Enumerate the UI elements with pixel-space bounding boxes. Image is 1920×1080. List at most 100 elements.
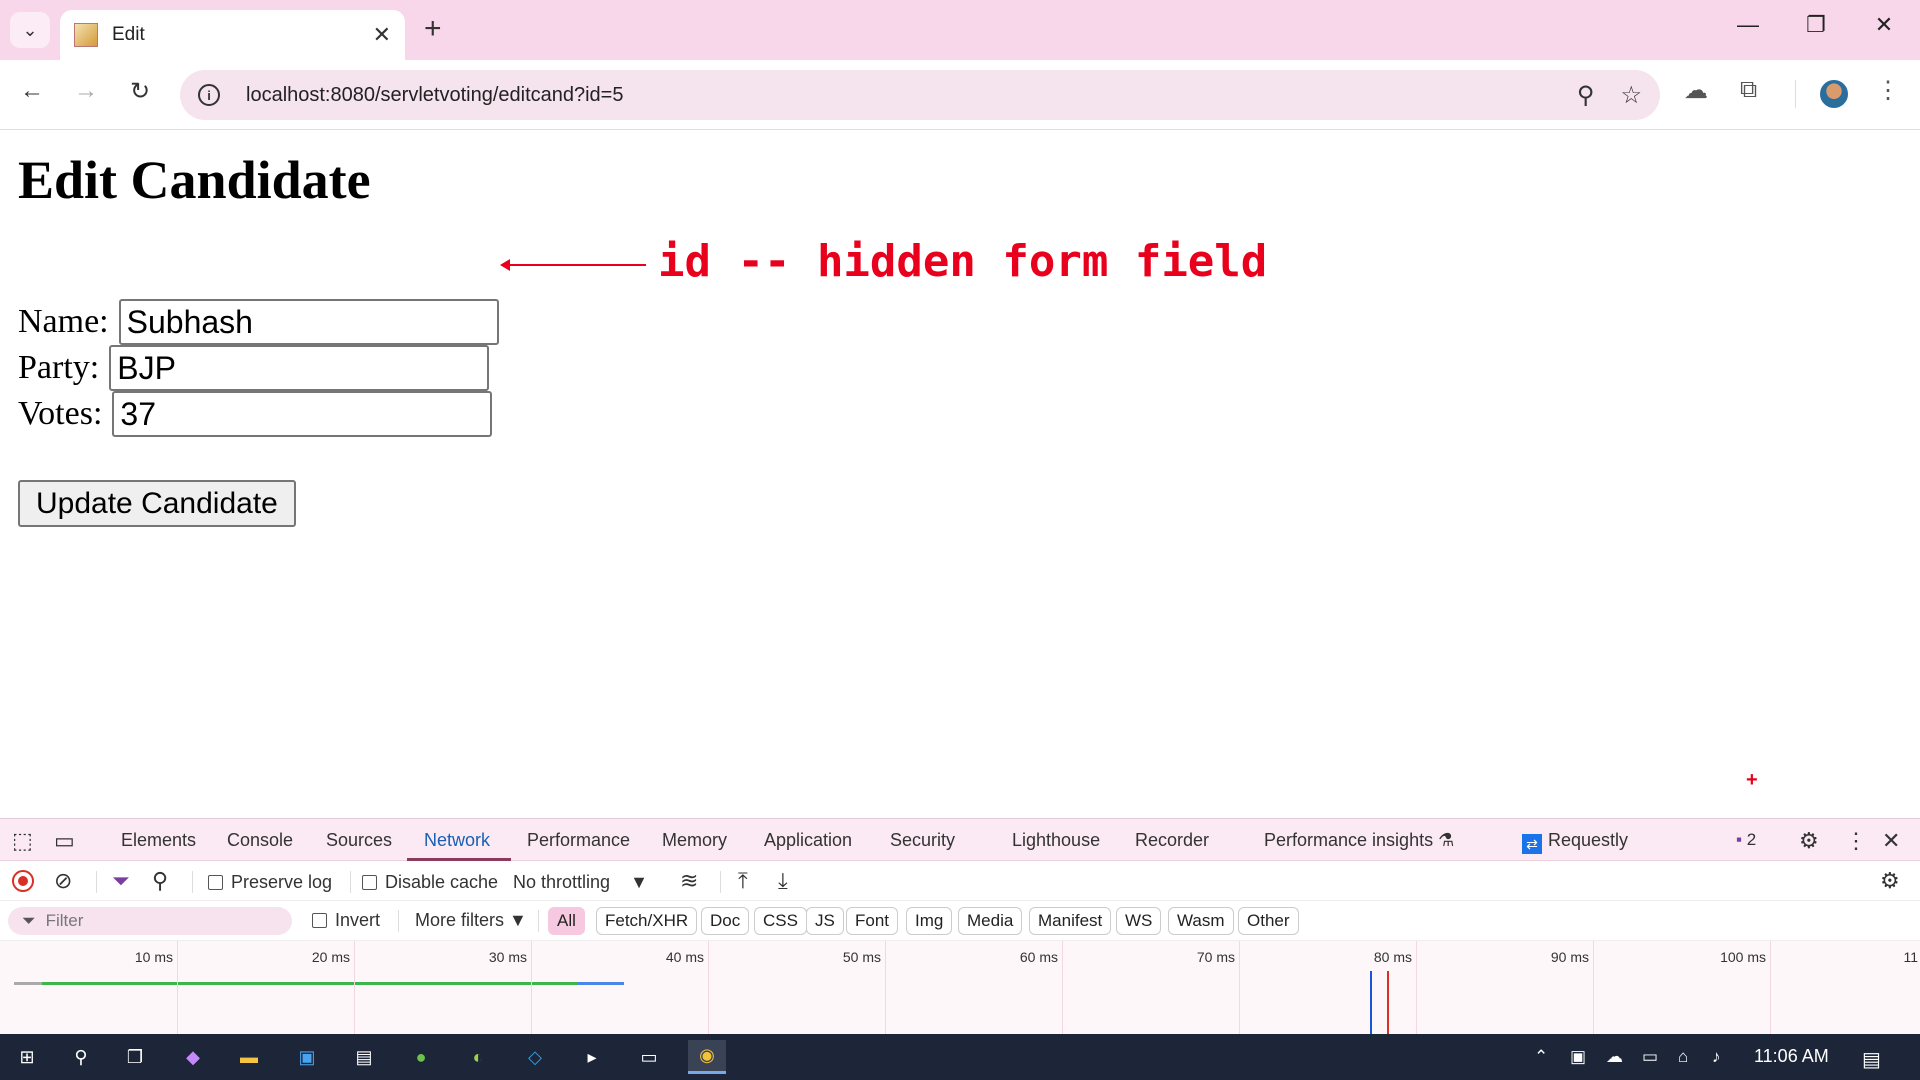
tab-performance-insights[interactable]: Performance insights ⚗ <box>1264 830 1454 851</box>
export-har-icon[interactable]: ⤓ <box>778 868 788 894</box>
party-field[interactable] <box>109 345 490 391</box>
timeline-tick-label: 80 ms <box>1373 949 1412 965</box>
browser-titlebar: ⌄ Edit ✕ + — ❐ ✕ <box>0 0 1920 60</box>
throttling-select[interactable]: No throttling ▼ <box>513 872 648 893</box>
network-overview-timeline[interactable]: 10 ms 20 ms 30 ms 40 ms 50 ms 60 ms 70 ms 80 ms… <box>0 941 1920 1035</box>
minimize-button[interactable]: — <box>1728 12 1768 38</box>
new-tab-button[interactable]: + <box>424 14 442 44</box>
battery-icon[interactable]: ▭ <box>1642 1047 1658 1067</box>
network-settings-gear-icon[interactable]: ⚙ <box>1880 868 1900 894</box>
tab-console[interactable]: Console <box>227 830 293 851</box>
filter-chip-js[interactable]: JS <box>806 907 844 935</box>
votes-label: Votes: <box>18 395 103 432</box>
terminal-icon[interactable]: ▸ <box>573 1040 611 1074</box>
filter-chip-media[interactable]: Media <box>958 907 1023 935</box>
windows-start-icon[interactable]: ⊞ <box>8 1040 46 1074</box>
tab-network[interactable]: Network <box>424 830 490 851</box>
ide-icon[interactable]: ▣ <box>288 1040 326 1074</box>
filter-chip-ws[interactable]: WS <box>1116 907 1162 935</box>
chrome-icon[interactable]: ◉ <box>688 1040 726 1074</box>
tab-recorder[interactable]: Recorder <box>1135 830 1209 851</box>
filter-chip-img[interactable]: Img <box>906 907 953 935</box>
forward-button[interactable]: → <box>68 77 104 105</box>
load-marker <box>1386 971 1389 1035</box>
filter-chip-manifest[interactable]: Manifest <box>1029 907 1112 935</box>
device-toolbar-icon[interactable]: ▭ <box>54 828 75 854</box>
screen-snip-icon[interactable]: ▭ <box>630 1040 668 1074</box>
site-info-icon[interactable]: i <box>198 84 220 106</box>
meet-icon[interactable]: ▣ <box>1570 1047 1586 1067</box>
filter-chip-wasm[interactable]: Wasm <box>1168 907 1234 935</box>
eclipse-icon[interactable]: ◐ <box>459 1040 497 1074</box>
notifications-icon[interactable]: ▤ <box>1862 1047 1881 1072</box>
url-text[interactable]: localhost:8080/servletvoting/editcand?id… <box>246 84 1551 107</box>
browser-toolbar: ← → ↻ i localhost:8080/servletvoting/edi… <box>0 60 1920 130</box>
search-icon[interactable]: ⚲ <box>152 868 168 894</box>
tab-lighthouse[interactable]: Lighthouse <box>1012 830 1100 851</box>
preserve-log-checkbox[interactable]: Preserve log <box>208 872 332 893</box>
copilot-icon[interactable]: ◆ <box>174 1040 212 1074</box>
bookmark-star-icon[interactable]: ☆ <box>1620 81 1642 110</box>
onedrive-icon[interactable]: ☁ <box>1606 1047 1623 1067</box>
search-icon[interactable]: ⚲ <box>62 1040 100 1074</box>
filter-chip-all[interactable]: All <box>548 907 585 935</box>
filter-chip-doc[interactable]: Doc <box>701 907 750 935</box>
issues-badge[interactable]: ▪ 2 <box>1736 830 1756 850</box>
zoom-icon[interactable]: ⚲ <box>1577 81 1595 110</box>
file-explorer-icon[interactable]: ▬ <box>230 1040 268 1074</box>
spring-tool-icon[interactable]: ● <box>402 1040 440 1074</box>
extension-blob-icon[interactable]: ☁ <box>1684 76 1708 105</box>
profile-avatar[interactable] <box>1818 78 1850 110</box>
notepad-icon[interactable]: ▤ <box>345 1040 383 1074</box>
reload-button[interactable]: ↻ <box>122 77 158 106</box>
filter-chip-other[interactable]: Other <box>1238 907 1299 935</box>
gear-icon[interactable]: ⚙ <box>1799 828 1819 854</box>
requestly-label: Requestly <box>1548 830 1629 850</box>
vscode-icon[interactable]: ◇ <box>516 1040 554 1074</box>
close-window-button[interactable]: ✕ <box>1864 12 1904 38</box>
record-button[interactable] <box>12 870 34 892</box>
filter-chip-fetch-xhr[interactable]: Fetch/XHR <box>596 907 698 935</box>
filter-chip-css[interactable]: CSS <box>754 907 807 935</box>
filter-funnel-icon[interactable]: ⏷ <box>112 868 130 894</box>
show-hidden-icons-icon[interactable]: ⌃ <box>1534 1047 1548 1067</box>
tab-performance[interactable]: Performance <box>527 830 630 851</box>
filter-input[interactable]: ⏷ Filter <box>8 907 292 935</box>
inspect-element-icon[interactable]: ⬚ <box>12 828 33 854</box>
close-tab-icon[interactable]: ✕ <box>373 22 391 48</box>
tab-security[interactable]: Security <box>890 830 955 851</box>
back-button[interactable]: ← <box>14 77 50 105</box>
tab-search-button[interactable]: ⌄ <box>10 12 50 48</box>
import-har-icon[interactable]: ⤒ <box>738 868 748 894</box>
checkbox-box <box>312 913 327 928</box>
tab-application[interactable]: Application <box>764 830 852 851</box>
votes-field[interactable] <box>112 391 493 437</box>
tab-requestly[interactable]: ⇄ Requestly <box>1522 830 1628 854</box>
browser-menu-icon[interactable]: ⋮ <box>1876 76 1900 105</box>
extensions-puzzle-icon[interactable]: ⧉ <box>1740 76 1757 104</box>
more-options-icon[interactable]: ⋮ <box>1845 828 1867 854</box>
name-field[interactable] <box>118 299 499 345</box>
invert-checkbox[interactable]: Invert <box>312 910 380 931</box>
requestly-icon: ⇄ <box>1522 834 1542 854</box>
address-bar[interactable]: i localhost:8080/servletvoting/editcand?… <box>180 70 1660 120</box>
tab-sources[interactable]: Sources <box>326 830 392 851</box>
taskbar-clock[interactable]: 11:06 AM <box>1754 1046 1829 1067</box>
update-candidate-button[interactable]: Update Candidate <box>18 480 296 527</box>
network-conditions-icon[interactable]: ≋ <box>680 868 698 894</box>
network-icon[interactable]: ⌂ <box>1678 1047 1688 1067</box>
more-filters-dropdown[interactable]: More filters ▼ <box>415 910 527 931</box>
tab-memory[interactable]: Memory <box>662 830 727 851</box>
tab-elements[interactable]: Elements <box>121 830 196 851</box>
dropdown-arrow-icon: ▼ <box>630 872 648 892</box>
restore-button[interactable]: ❐ <box>1796 12 1836 38</box>
party-row: Party: <box>18 345 490 391</box>
disable-cache-checkbox[interactable]: Disable cache <box>362 872 498 893</box>
clear-icon[interactable]: ⊘ <box>54 868 72 894</box>
timeline-tick-label: 50 ms <box>842 949 881 965</box>
task-view-icon[interactable]: ❐ <box>116 1040 154 1074</box>
volume-icon[interactable]: ♪ <box>1712 1047 1721 1067</box>
close-devtools-icon[interactable]: ✕ <box>1882 828 1900 854</box>
filter-chip-font[interactable]: Font <box>846 907 899 935</box>
browser-tab[interactable]: Edit ✕ <box>60 10 405 60</box>
